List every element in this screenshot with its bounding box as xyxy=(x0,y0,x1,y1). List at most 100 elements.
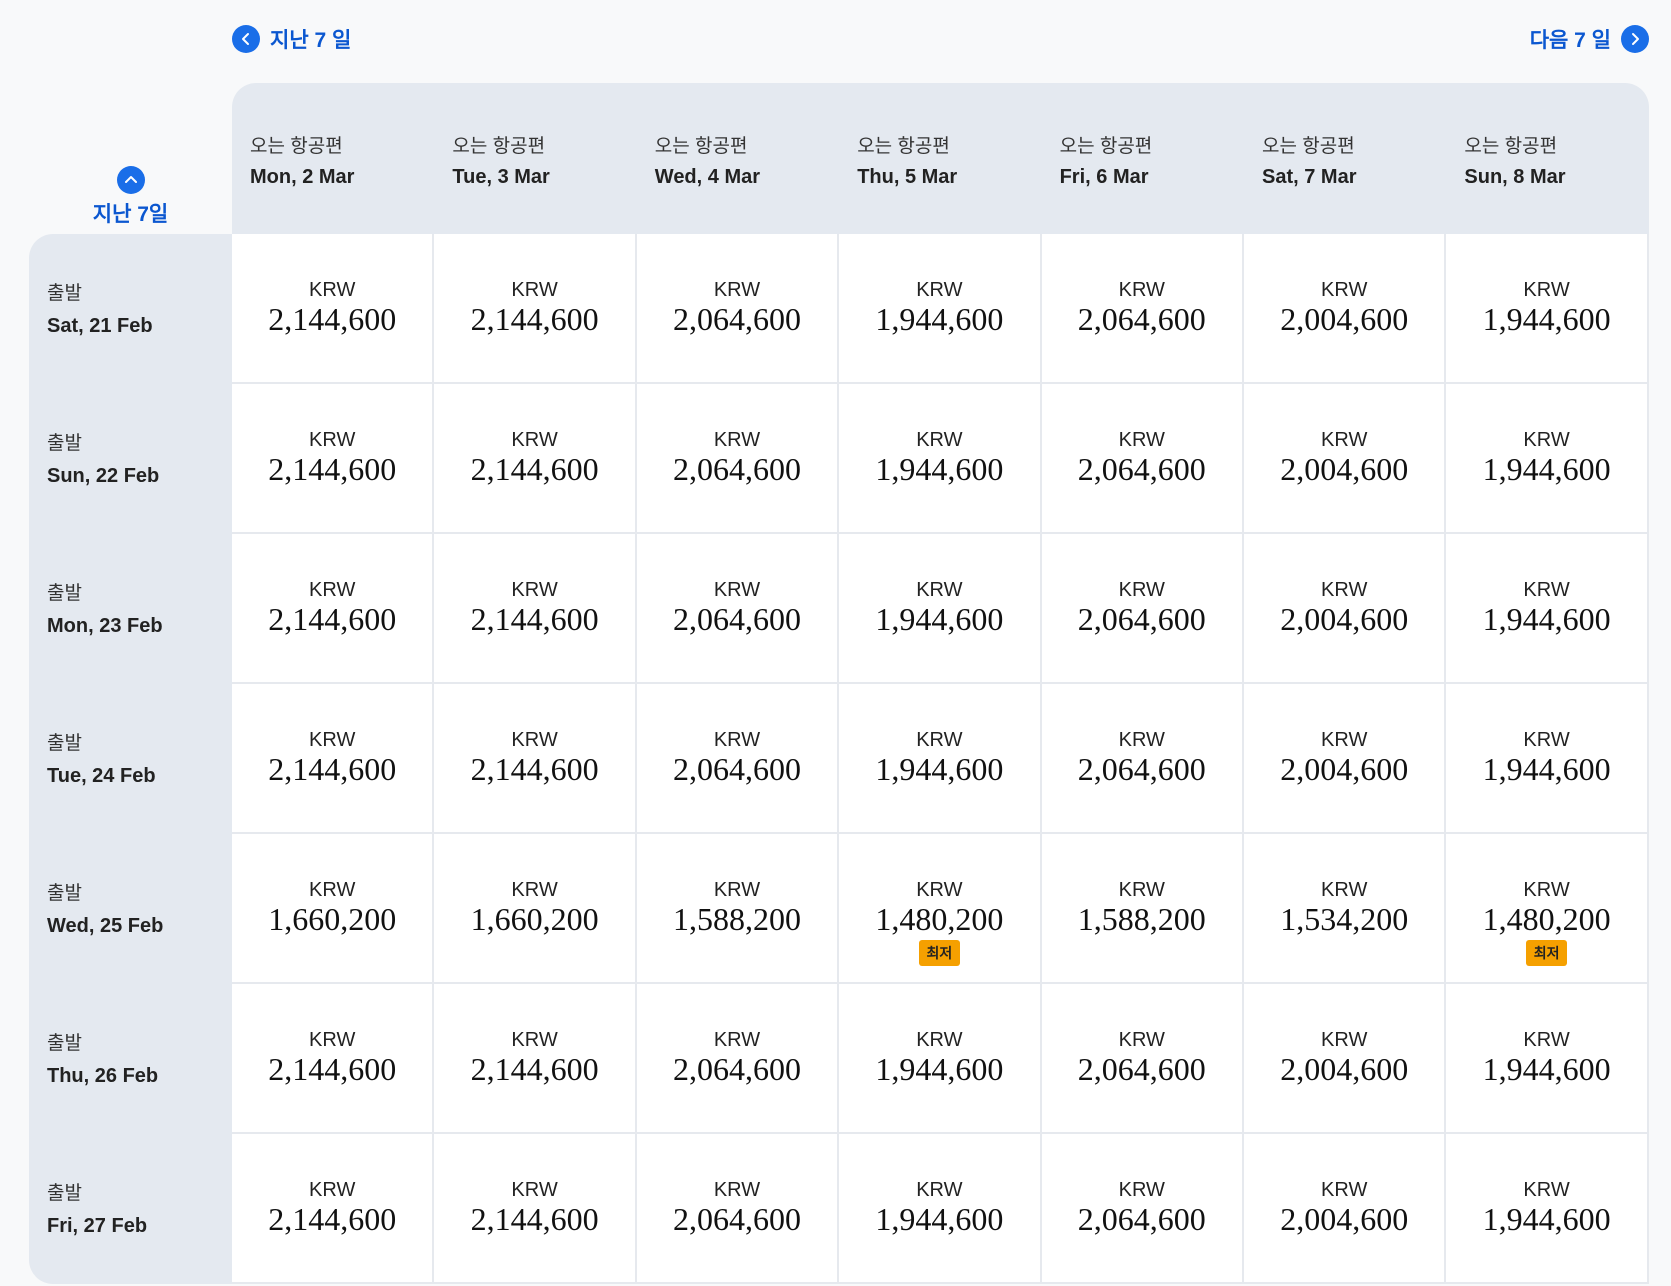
fare-cell[interactable]: KRW 2,064,600 xyxy=(636,534,840,684)
fare-cell[interactable]: KRW 1,944,600 xyxy=(839,1134,1042,1284)
departure-date: Tue, 24 Feb xyxy=(47,765,156,787)
fare-cell[interactable]: KRW 1,944,600 xyxy=(1446,534,1649,684)
fare-currency: KRW xyxy=(511,729,558,751)
fare-cell[interactable]: KRW 2,064,600 xyxy=(1041,234,1244,384)
fare-cell[interactable]: KRW 1,944,600 xyxy=(839,984,1042,1134)
fare-cell[interactable]: KRW 2,004,600 xyxy=(1244,534,1447,684)
fare-currency: KRW xyxy=(1321,1179,1368,1201)
fare-cell[interactable]: KRW 1,588,200 xyxy=(1041,834,1244,984)
fare-cell[interactable]: KRW 2,144,600 xyxy=(434,534,637,684)
fare-cell[interactable]: KRW 2,004,600 xyxy=(1244,984,1447,1134)
fare-price: 2,144,600 xyxy=(268,451,397,487)
fare-cell[interactable]: KRW 1,588,200 xyxy=(636,834,840,984)
fare-currency: KRW xyxy=(309,579,356,601)
fare-cell[interactable]: KRW 2,064,600 xyxy=(636,384,840,534)
return-flight-label: 오는 항공편 xyxy=(1262,136,1355,157)
departure-date: Fri, 27 Feb xyxy=(47,1215,148,1237)
return-flight-label: 오는 항공편 xyxy=(250,136,343,157)
fare-currency: KRW xyxy=(1523,579,1570,601)
fare-price: 2,064,600 xyxy=(672,451,801,487)
fare-currency: KRW xyxy=(916,429,963,451)
fare-cell[interactable]: KRW 1,944,600 xyxy=(1446,684,1649,834)
fare-cell[interactable]: KRW 2,064,600 xyxy=(636,984,840,1134)
fare-cell[interactable]: KRW 1,480,200 최저 xyxy=(1446,834,1649,984)
fare-price: 1,944,600 xyxy=(1482,751,1611,787)
fare-cell[interactable]: KRW 1,480,200 최저 xyxy=(839,834,1042,984)
fare-currency: KRW xyxy=(309,429,356,451)
fare-cell[interactable]: KRW 2,004,600 xyxy=(1244,1134,1447,1284)
fare-cell[interactable]: KRW 2,144,600 xyxy=(434,384,637,534)
fare-cell[interactable]: KRW 2,144,600 xyxy=(232,1134,435,1284)
fare-cell[interactable]: KRW 2,144,600 xyxy=(434,234,637,384)
fare-cell[interactable]: KRW 2,004,600 xyxy=(1244,234,1447,384)
fare-cell[interactable]: KRW 1,944,600 xyxy=(839,534,1042,684)
fare-cell[interactable]: KRW 2,064,600 xyxy=(1041,1134,1244,1284)
fare-price: 1,944,600 xyxy=(875,451,1004,487)
fare-currency: KRW xyxy=(1523,429,1570,451)
previous-week-departures-button[interactable]: 지난 7일 xyxy=(29,166,232,228)
fare-cell[interactable]: KRW 2,144,600 xyxy=(232,684,435,834)
previous-7-days-button[interactable]: 지난 7 일 xyxy=(232,22,351,56)
previous-week-departures-label: 지난 7일 xyxy=(92,203,169,226)
fare-price: 2,064,600 xyxy=(672,601,801,637)
fare-currency: KRW xyxy=(713,1029,761,1051)
fare-currency: KRW xyxy=(916,729,963,751)
fare-cell[interactable]: KRW 2,144,600 xyxy=(232,984,435,1134)
fare-price: 2,064,600 xyxy=(1077,751,1206,787)
fare-cell[interactable]: KRW 1,944,600 xyxy=(839,384,1042,534)
fare-price: 1,480,200 xyxy=(1482,901,1611,937)
fare-cell[interactable]: KRW 2,144,600 xyxy=(232,534,435,684)
fare-cell[interactable]: KRW 2,144,600 xyxy=(232,384,435,534)
fare-cell[interactable]: KRW 2,064,600 xyxy=(636,234,840,384)
fare-cell[interactable]: KRW 2,144,600 xyxy=(232,234,435,384)
fare-cell[interactable]: KRW 1,944,600 xyxy=(839,684,1042,834)
fare-currency: KRW xyxy=(1118,429,1165,451)
fare-price: 1,660,200 xyxy=(470,901,599,937)
fare-currency: KRW xyxy=(1523,1179,1570,1201)
fare-cell[interactable]: KRW 2,064,600 xyxy=(1041,534,1244,684)
return-date: Thu, 5 Mar xyxy=(857,166,958,188)
fare-cell[interactable]: KRW 2,004,600 xyxy=(1244,384,1447,534)
fare-currency: KRW xyxy=(1118,1029,1165,1051)
fare-cell[interactable]: KRW 1,944,600 xyxy=(1446,984,1649,1134)
fare-price: 2,064,600 xyxy=(1077,301,1206,337)
next-7-days-button[interactable]: 다음 7 일 xyxy=(1530,22,1649,56)
fare-currency: KRW xyxy=(511,579,558,601)
fare-price: 1,944,600 xyxy=(1482,451,1611,487)
fare-price: 2,144,600 xyxy=(470,301,599,337)
chevron-right-icon xyxy=(1621,25,1649,53)
fare-currency: KRW xyxy=(1321,879,1368,901)
fare-price: 2,004,600 xyxy=(1280,451,1409,487)
fare-cell[interactable]: KRW 2,064,600 xyxy=(636,1134,840,1284)
fare-cell[interactable]: KRW 2,064,600 xyxy=(1041,984,1244,1134)
fare-currency: KRW xyxy=(916,579,963,601)
row-header: 출발 Fri, 27 Feb xyxy=(47,1178,227,1238)
fare-cell[interactable]: KRW 1,944,600 xyxy=(1446,384,1649,534)
fare-cell[interactable]: KRW 2,144,600 xyxy=(434,1134,637,1284)
fare-cell[interactable]: KRW 2,144,600 xyxy=(434,684,637,834)
fare-currency: KRW xyxy=(713,879,761,901)
fare-currency: KRW xyxy=(713,279,761,301)
fare-currency: KRW xyxy=(309,279,356,301)
fare-cell[interactable]: KRW 1,944,600 xyxy=(839,234,1042,384)
fare-cell[interactable]: KRW 1,944,600 xyxy=(1446,1134,1649,1284)
fare-price: 2,004,600 xyxy=(1280,1201,1409,1237)
fare-price: 2,144,600 xyxy=(268,601,397,637)
fare-cell[interactable]: KRW 2,144,600 xyxy=(434,984,637,1134)
fare-price: 1,944,600 xyxy=(875,301,1004,337)
column-header: 오는 항공편 Mon, 2 Mar xyxy=(250,131,430,189)
fare-cell[interactable]: KRW 2,004,600 xyxy=(1244,684,1447,834)
fare-price: 1,944,600 xyxy=(1482,1201,1611,1237)
fare-cell[interactable]: KRW 1,944,600 xyxy=(1446,234,1649,384)
fare-cell[interactable]: KRW 2,064,600 xyxy=(1041,684,1244,834)
fare-cell[interactable]: KRW 1,660,200 xyxy=(434,834,637,984)
column-header: 오는 항공편 Sat, 7 Mar xyxy=(1262,131,1442,189)
fare-price: 2,004,600 xyxy=(1280,301,1409,337)
column-header: 오는 항공편 Sun, 8 Mar xyxy=(1464,131,1644,189)
fare-currency: KRW xyxy=(1321,579,1368,601)
fare-cell[interactable]: KRW 1,660,200 xyxy=(232,834,435,984)
fare-cell[interactable]: KRW 2,064,600 xyxy=(1041,384,1244,534)
fare-cell[interactable]: KRW 2,064,600 xyxy=(636,684,840,834)
fare-cell[interactable]: KRW 1,534,200 xyxy=(1244,834,1447,984)
fare-price: 1,944,600 xyxy=(875,1051,1004,1087)
